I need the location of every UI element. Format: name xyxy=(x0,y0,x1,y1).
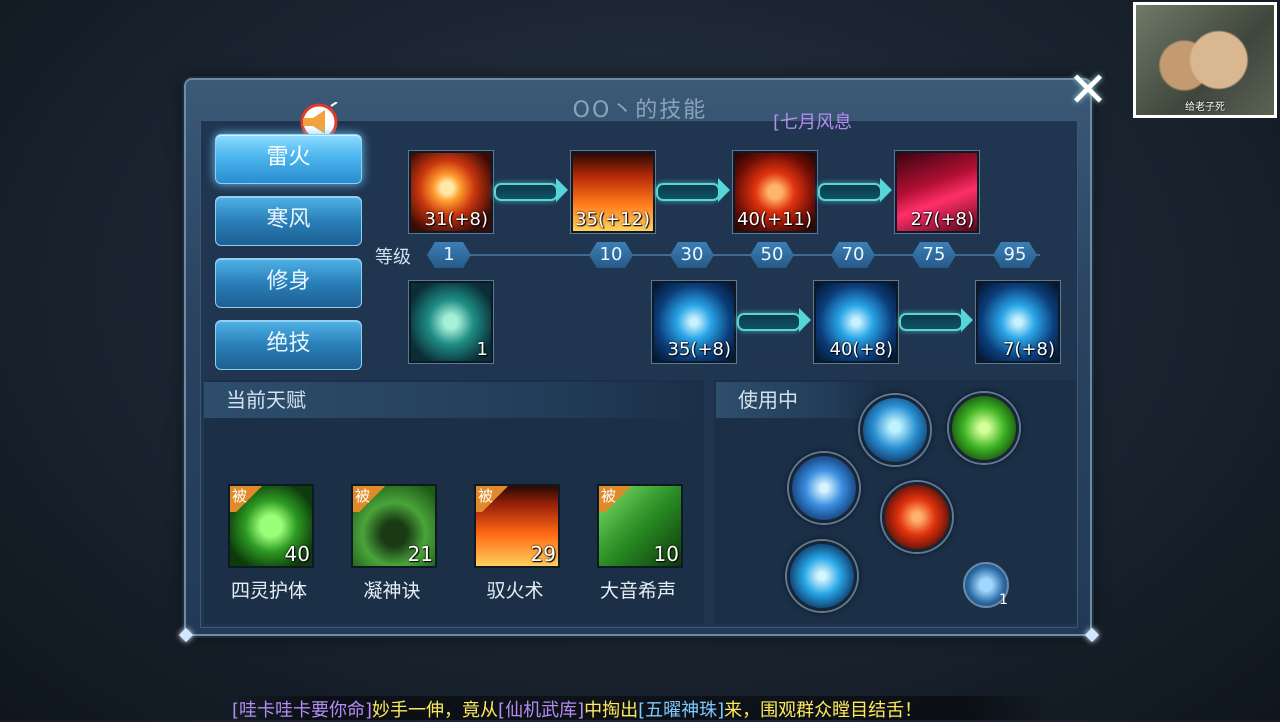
level-marker: 30 xyxy=(670,242,714,268)
level-marker: 95 xyxy=(993,242,1037,268)
talent-fire-control-icon[interactable]: 被 29 xyxy=(474,484,560,568)
broadcast-source: [仙机武库] xyxy=(498,700,585,721)
running-man-icon[interactable] xyxy=(949,393,1019,463)
skill-lightning-bolt-icon[interactable]: 7(+8) xyxy=(976,281,1060,363)
broadcast-text: 妙手一伸，竟从 xyxy=(372,700,499,721)
talent-level: 10 xyxy=(653,542,679,566)
grab-hand-icon[interactable] xyxy=(789,453,859,523)
level-marker: 50 xyxy=(750,242,794,268)
level-marker: 75 xyxy=(912,242,956,268)
skill-level: 35(+8) xyxy=(667,339,731,360)
panel-title: OO丶的技能 xyxy=(572,98,708,123)
webcam-overlay: 给老子死 xyxy=(1133,2,1277,118)
talent-level: 40 xyxy=(284,542,310,566)
skill-level: 31(+8) xyxy=(424,209,488,230)
broadcast-player: [哇卡哇卡要你命] xyxy=(232,700,373,721)
skill-level: 1 xyxy=(476,339,488,360)
arrow-right-icon xyxy=(494,178,568,202)
player-tag: [七月风息 xyxy=(773,112,853,133)
talent-name: 驭火术 xyxy=(486,580,544,602)
tab-hanfeng[interactable]: 寒风 xyxy=(215,196,362,246)
broadcast-text: 来，围观群众瞠目结舌！ xyxy=(724,700,923,721)
skill-level: 40(+8) xyxy=(829,339,893,360)
skill-level: 40(+11) xyxy=(737,209,812,230)
talent-name: 凝神诀 xyxy=(363,580,421,602)
arrow-right-icon xyxy=(737,308,811,332)
skill-flame-pillar-icon[interactable]: 35(+12) xyxy=(571,151,655,233)
skill-level: 27(+8) xyxy=(910,209,974,230)
swap-count: 1 xyxy=(999,592,1008,608)
talent-name: 大音希声 xyxy=(599,580,676,602)
system-broadcast: [哇卡哇卡要你命]妙手一伸，竟从[仙机武库]中掏出[五曜神珠]来，围观群众瞠目结… xyxy=(232,696,1052,721)
arrow-right-icon xyxy=(656,178,730,202)
skill-fireball-icon[interactable]: 31(+8) xyxy=(409,151,493,233)
skill-level: 35(+12) xyxy=(575,209,650,230)
tab-leihuo[interactable]: 雷火 xyxy=(215,134,362,184)
talent-shield-face-icon[interactable]: 被 40 xyxy=(228,484,314,568)
skill-crimson-claw-icon[interactable]: 27(+8) xyxy=(895,151,979,233)
broadcast-text: 中掏出 xyxy=(584,700,639,721)
webcam-image: 给老子死 xyxy=(1136,5,1274,115)
arrow-right-icon xyxy=(899,308,973,332)
broadcast-item: [五曜神珠] xyxy=(638,700,725,721)
lightning-icon[interactable] xyxy=(787,541,857,611)
talent-meditate-icon[interactable]: 被 21 xyxy=(351,484,437,568)
talent-header: 当前天赋 xyxy=(204,382,704,418)
talent-name: 四灵护体 xyxy=(230,580,307,602)
talent-level: 29 xyxy=(530,542,556,566)
skill-fire-feather-icon[interactable]: 40(+11) xyxy=(733,151,817,233)
skill-lightning-storm-icon[interactable]: 40(+8) xyxy=(814,281,898,363)
webcam-caption: 给老子死 xyxy=(1185,102,1225,113)
passive-badge: 被 xyxy=(353,486,385,512)
in-use-header: 使用中 xyxy=(716,382,878,418)
fire-slash-icon[interactable] xyxy=(882,482,952,552)
tab-jueji[interactable]: 绝技 xyxy=(215,320,362,370)
close-icon[interactable]: ✕ xyxy=(1064,66,1112,114)
skill-thunder-fist-icon[interactable]: 1 xyxy=(409,281,493,363)
passive-badge: 被 xyxy=(599,486,631,512)
talent-sound-silhouette-icon[interactable]: 被 10 xyxy=(597,484,683,568)
level-marker: 10 xyxy=(589,242,633,268)
skill-lightning-icon[interactable]: 35(+8) xyxy=(652,281,736,363)
skill-level: 7(+8) xyxy=(1002,339,1055,360)
arrow-right-icon xyxy=(818,178,892,202)
praying-man-icon[interactable] xyxy=(860,395,930,465)
tab-xiushen[interactable]: 修身 xyxy=(215,258,362,308)
passive-badge: 被 xyxy=(230,486,262,512)
passive-badge: 被 xyxy=(476,486,508,512)
level-label: 等级 xyxy=(375,247,411,268)
talent-level: 21 xyxy=(407,542,433,566)
level-marker: 1 xyxy=(427,242,471,268)
level-marker: 70 xyxy=(831,242,875,268)
